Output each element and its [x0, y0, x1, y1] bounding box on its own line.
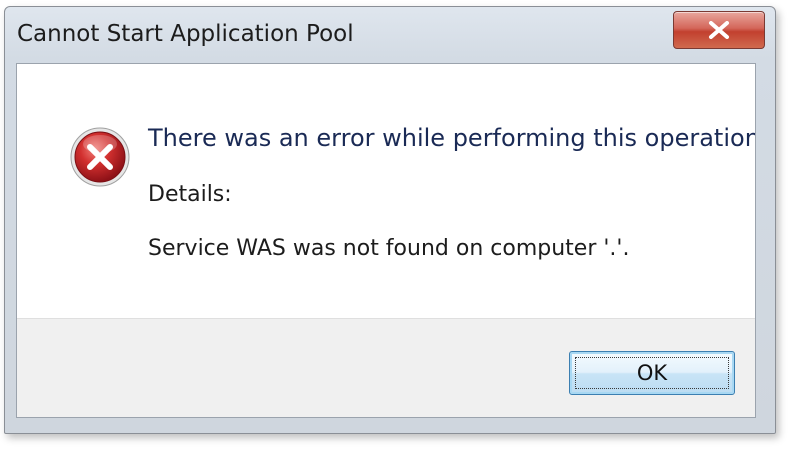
title-bar[interactable]: Cannot Start Application Pool: [5, 7, 775, 63]
ok-button[interactable]: OK: [569, 351, 735, 395]
message-area: There was an error while performing this…: [17, 64, 755, 318]
screenshot-root: Cannot Start Application Pool There was …: [0, 0, 798, 452]
close-icon: [708, 21, 730, 39]
error-icon: [69, 126, 131, 188]
dialog-title: Cannot Start Application Pool: [17, 21, 354, 47]
button-bar: OK: [17, 318, 755, 417]
details-label: Details:: [148, 182, 232, 207]
close-button[interactable]: [673, 11, 765, 49]
error-message: There was an error while performing this…: [148, 124, 756, 152]
dialog-body: There was an error while performing this…: [16, 63, 756, 418]
error-dialog: Cannot Start Application Pool There was …: [4, 6, 776, 434]
ok-button-label: OK: [636, 361, 668, 385]
details-text: Service WAS was not found on computer '.…: [148, 236, 630, 261]
